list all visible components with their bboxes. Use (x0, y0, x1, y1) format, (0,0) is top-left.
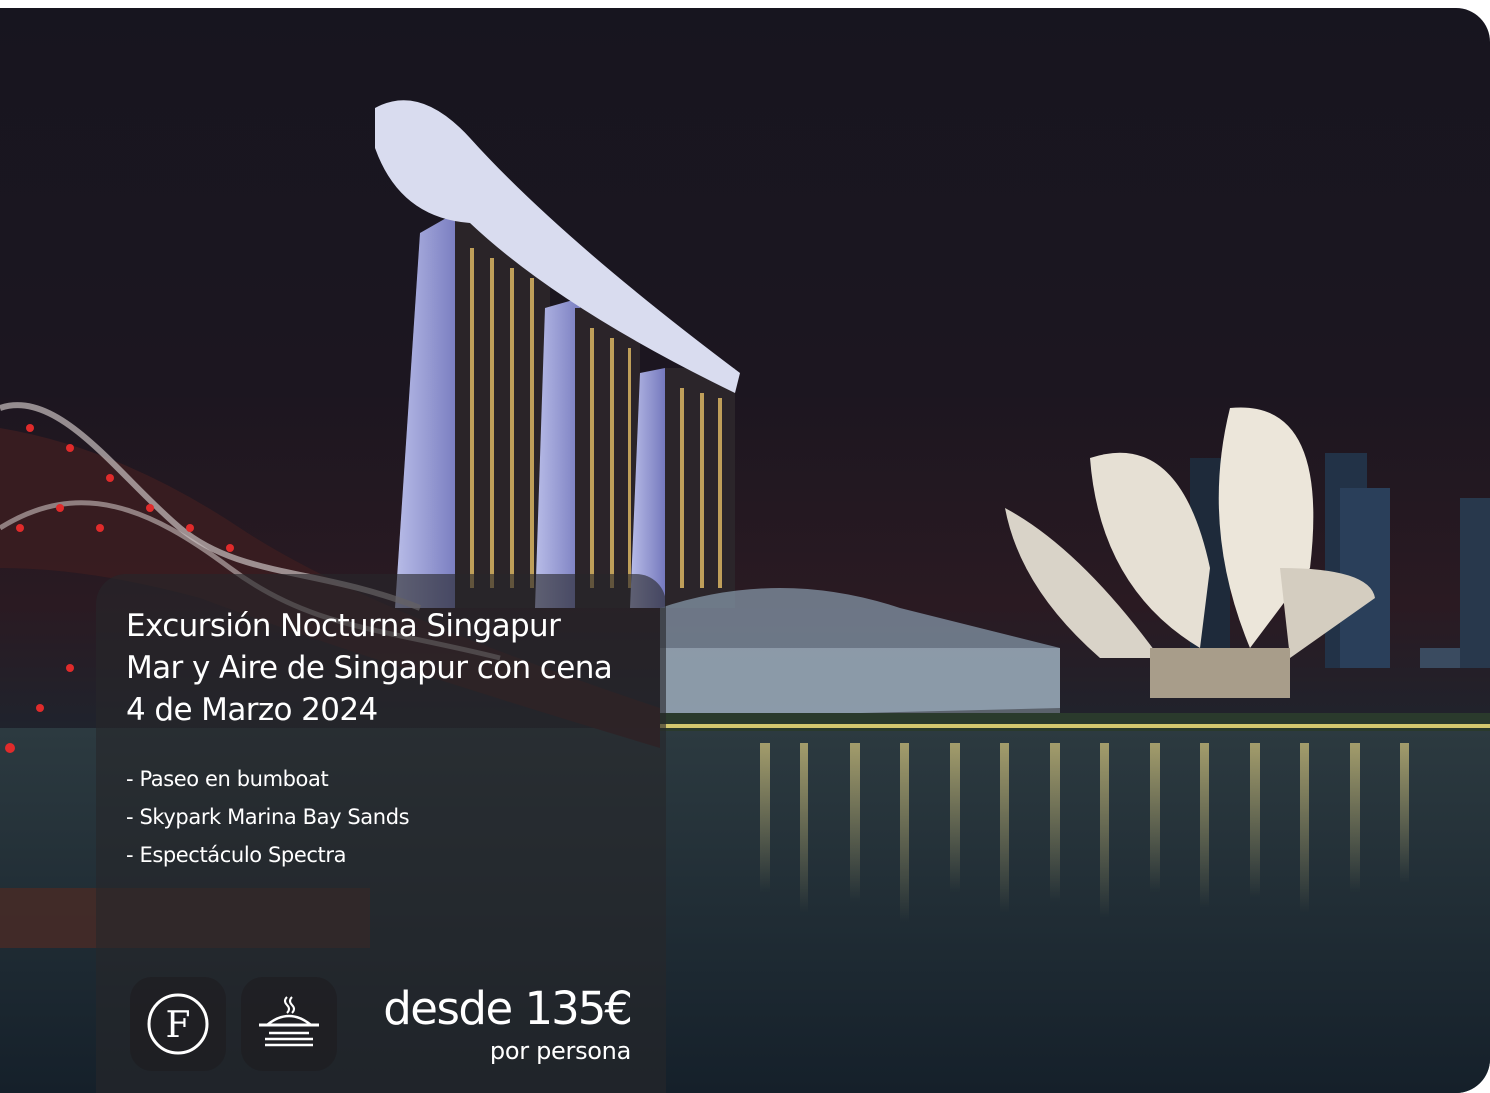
marina-bay-sands-towers (375, 100, 740, 608)
dinner-plate-icon (259, 996, 319, 1047)
list-item: - Espectáculo Spectra (126, 843, 347, 867)
price-value: 135€ (524, 982, 633, 1035)
promenade-lights (660, 713, 1490, 731)
list-item: - Skypark Marina Bay Sands (126, 805, 410, 829)
price-prefix: desde (383, 982, 513, 1035)
list-item: - Paseo en bumboat (126, 767, 329, 791)
dinner-badge (241, 977, 337, 1071)
shoppes-dome (660, 588, 1060, 718)
title-line-2: Mar y Aire de Singapur con cena (126, 650, 613, 686)
price-amount: desde 135€ (383, 982, 633, 1036)
price-unit: por persona (489, 1037, 631, 1065)
excursion-date: 4 de Marzo 2024 (126, 692, 378, 728)
artscience-museum (1005, 407, 1375, 698)
excursion-title: Excursión Nocturna Singapur Mar y Aire d… (126, 605, 613, 731)
letter-f-text: F (166, 1005, 191, 1046)
excursion-card[interactable]: Excursión Nocturna Singapur Mar y Aire d… (0, 8, 1490, 1093)
title-line-1: Excursión Nocturna Singapur (126, 608, 561, 644)
letter-f-badge: F (130, 977, 226, 1071)
price-block: desde 135€ por persona (383, 982, 633, 1066)
letter-f-icon: F (147, 993, 209, 1055)
highlights-list: - Paseo en bumboat - Skypark Marina Bay … (126, 760, 410, 874)
